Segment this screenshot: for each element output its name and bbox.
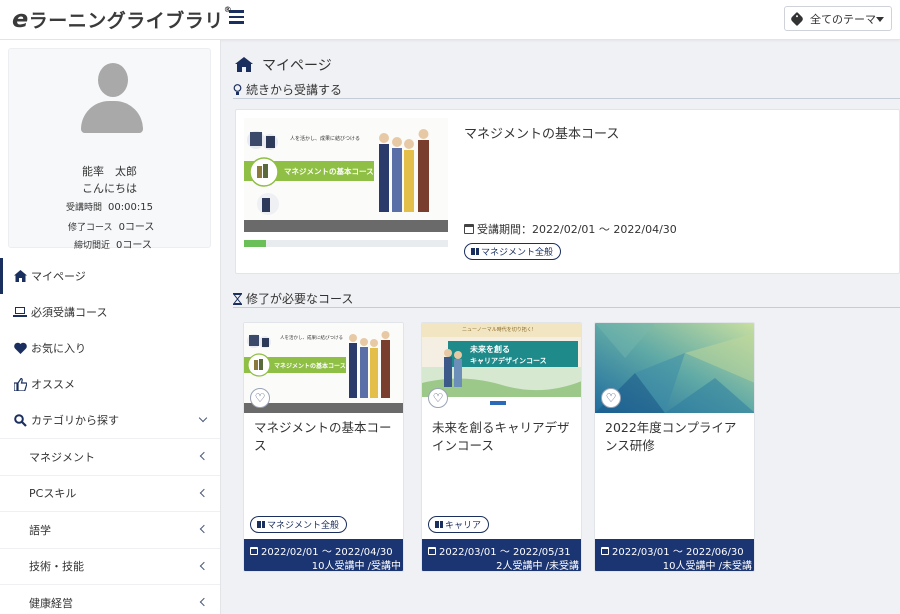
calendar-icon [464,224,474,234]
course-tag[interactable]: マネジメント全般 [464,243,562,260]
hourglass-icon [233,292,243,305]
course-title[interactable]: 未来を創るキャリアデザインコース [432,419,574,455]
sidebar: 能率 太郎 こんにちは 受講時間 00:00:15 修了コース 0コース 締切間近 0… [0,40,221,614]
favorite-heart-icon[interactable]: ♡ [428,388,448,408]
category-item-health[interactable]: 健康経営 [0,584,220,614]
continue-course-card[interactable]: 人を活かし、成果に結びつける マネジメントの基本コース マネジメントの基本コース… [235,109,900,274]
sidebar-item-category-search[interactable]: カテゴリから探す [0,402,220,438]
calendar-icon [601,546,609,555]
top-header: eラーニングライブラリ® 全てのテーマ [0,0,900,40]
stat-completed: 修了コース 0コース [68,222,155,233]
category-item-management[interactable]: マネジメント [0,438,220,475]
greeting: こんにちは [82,182,137,195]
calendar-icon [428,546,436,555]
lightbulb-icon [233,83,243,96]
page-title: マイページ [235,55,332,75]
calendar-icon [250,546,258,555]
continue-course-title[interactable]: マネジメントの基本コース [464,123,619,142]
chevron-left-icon [199,597,209,607]
user-name: 能率 太郎 [82,165,137,178]
book-icon [257,521,265,528]
chevron-down-icon [198,413,208,423]
app-logo[interactable]: eラーニングライブラリ® [12,5,232,33]
heart-icon [13,341,27,355]
course-card[interactable]: ニューノーマル時代を切り拓く! 未来を創る キャリアデザインコース ♡ 未来を創… [421,322,582,572]
thumbs-up-icon [13,377,27,391]
category-item-technical[interactable]: 技術・技能 [0,547,220,585]
course-thumbnail: 人を活かし、成果に結びつける マネジメントの基本コース [244,118,448,232]
caret-down-icon [876,17,884,22]
course-title[interactable]: マネジメントの基本コース [254,419,396,455]
course-tag[interactable]: マネジメント全般 [250,516,348,533]
tag-icon [789,11,805,26]
favorite-heart-icon[interactable]: ♡ [601,388,621,408]
avatar [80,63,144,133]
section-title-required: 修了が必要なコース [233,290,900,308]
chevron-left-icon [199,524,209,534]
course-progress-bar [244,240,448,247]
search-icon [13,413,27,427]
sidebar-nav: マイページ 必須受講コース お気に入り オススメ カテゴリから探す マネジメント… [0,258,220,614]
category-item-language[interactable]: 語学 [0,511,220,548]
home-icon [235,57,253,73]
section-title-continue: 続きから受講する [233,81,900,99]
course-footer: 2022/03/01 ～ 2022/06/30 10人受講中 /未受講 [595,539,754,571]
course-title[interactable]: 2022年度コンプライアンス研修 [605,419,747,455]
course-footer: 2022/03/01 ～ 2022/05/31 2人受講中 /未受講 [422,539,581,571]
sidebar-item-mypage[interactable]: マイページ [0,258,220,294]
main-content: マイページ 続きから受講する 人を活かし、成果に結びつける マネジメントの基本コ… [221,40,900,614]
book-icon [471,248,479,255]
sidebar-item-required[interactable]: 必須受講コース [0,294,220,330]
category-item-pc-skill[interactable]: PCスキル [0,474,220,512]
course-card[interactable]: ♡ 2022年度コンプライアンス研修 2022/03/01 ～ 2022/06/… [594,322,755,572]
profile-card: 能率 太郎 こんにちは 受講時間 00:00:15 修了コース 0コース 締切間近 0… [8,48,211,251]
course-card[interactable]: 人を活かし、成果に結びつける マネジメントの基本コース ♡ マネジメントの基本コ… [243,322,404,572]
theme-select[interactable]: 全てのテーマ [784,6,892,31]
stat-deadline: 締切間近 0コース [74,240,152,251]
home-icon [13,269,27,283]
stat-study-time: 受講時間 00:00:15 [66,202,153,213]
course-tag[interactable]: キャリア [428,516,490,533]
course-footer: 2022/02/01 ～ 2022/04/30 10人受講中 /受講中 [244,539,403,571]
continue-course-period: 受講期間：2022/02/01 ～ 2022/04/30 [464,221,677,237]
sidebar-item-favorites[interactable]: お気に入り [0,330,220,366]
favorite-heart-icon[interactable]: ♡ [250,388,270,408]
chevron-left-icon [199,561,209,570]
chevron-left-icon [199,488,209,497]
book-icon [435,521,443,528]
hamburger-menu-icon[interactable] [229,10,244,26]
chevron-left-icon [199,451,209,461]
laptop-icon [13,305,27,319]
course-progress-fill [244,240,267,247]
sidebar-item-recommended[interactable]: オススメ [0,366,220,402]
